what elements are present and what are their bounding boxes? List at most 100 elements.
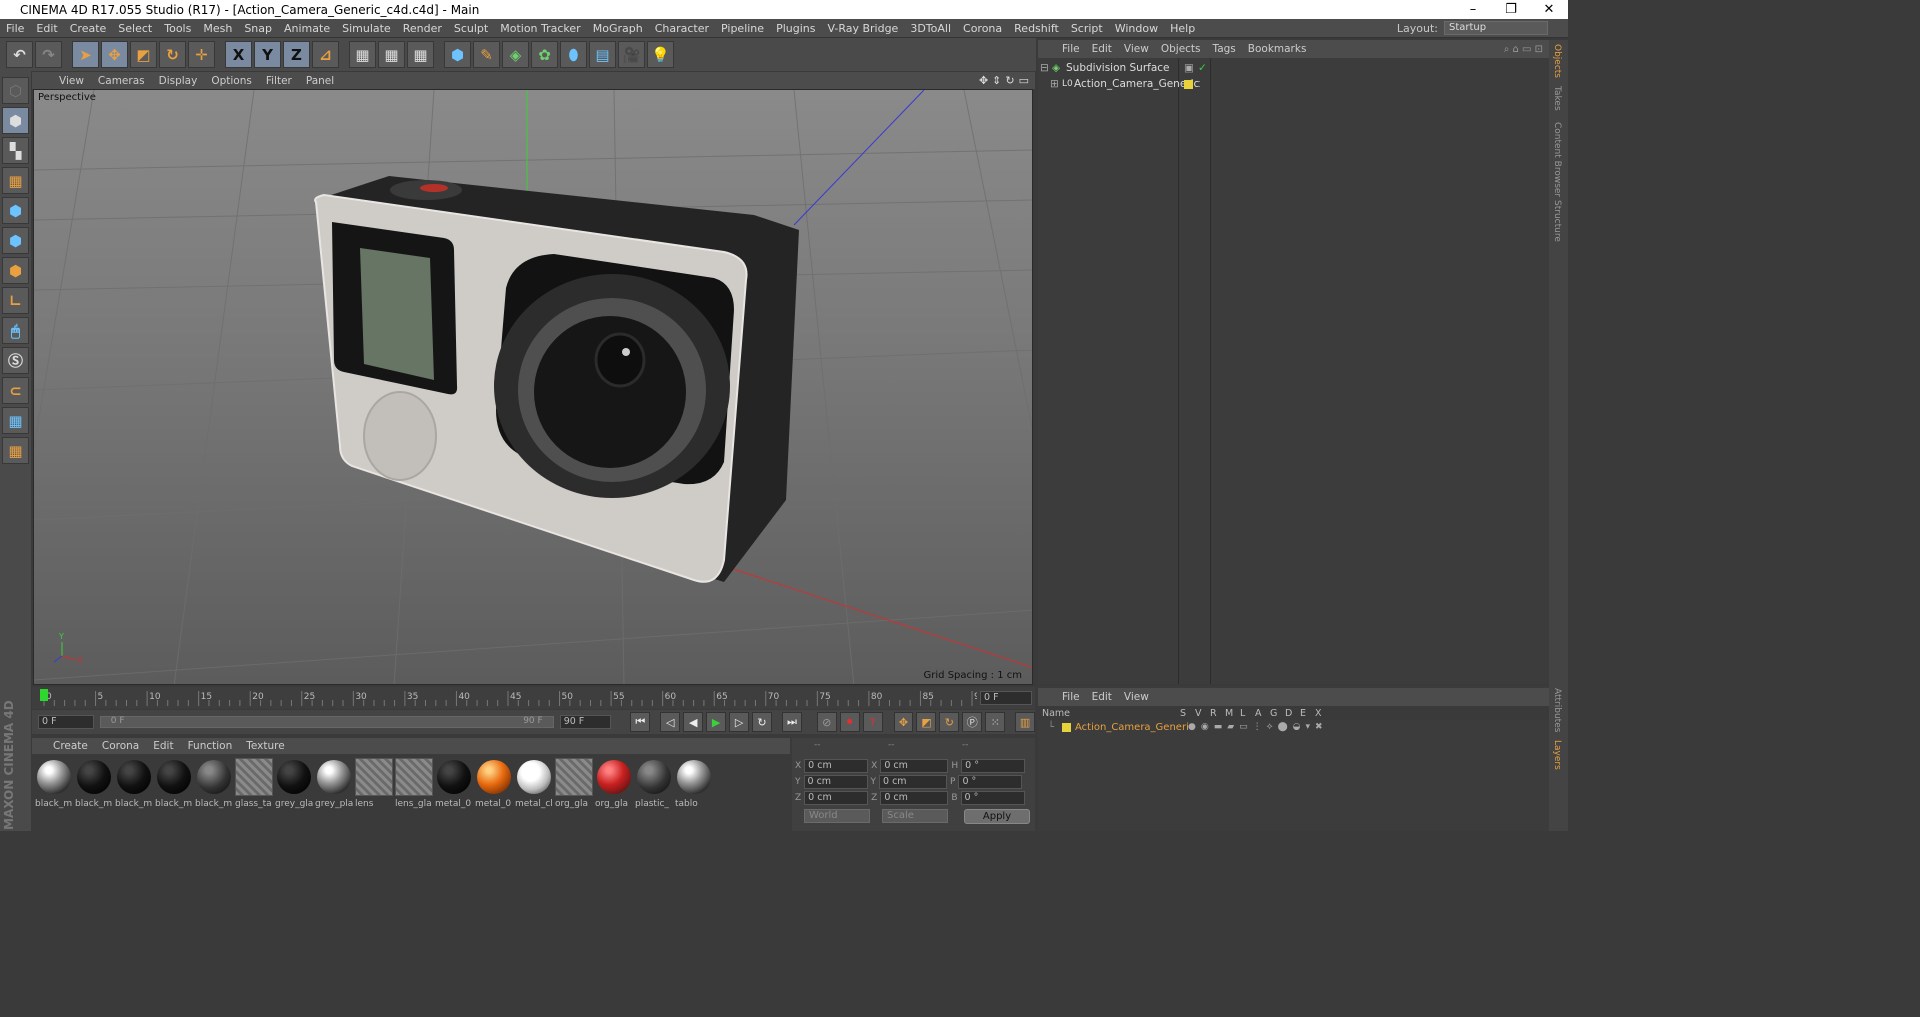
- menu-render[interactable]: Render: [397, 22, 448, 35]
- maximize-viewport-icon[interactable]: ▭: [1019, 74, 1029, 87]
- menu-sculpt[interactable]: Sculpt: [448, 22, 494, 35]
- end-frame-field[interactable]: 90 F: [559, 715, 612, 729]
- menu-pipeline[interactable]: Pipeline: [715, 22, 770, 35]
- menu-select[interactable]: Select: [112, 22, 158, 35]
- object-row-action-camera[interactable]: ⊞ L0 Action_Camera_Generic ⁚: [1040, 76, 1201, 92]
- menu-script[interactable]: Script: [1065, 22, 1109, 35]
- key-parameter-button[interactable]: Ⓟ: [962, 712, 983, 732]
- render-settings-button[interactable]: ▦: [407, 41, 434, 68]
- material-swatch[interactable]: plastic_: [635, 758, 673, 831]
- axis-mode-button[interactable]: ∟: [2, 287, 29, 314]
- material-swatch[interactable]: lens: [355, 758, 393, 831]
- edges-mode-button[interactable]: ⬢: [2, 227, 29, 254]
- menu-vray-bridge[interactable]: V-Ray Bridge: [821, 22, 904, 35]
- key-pla-button[interactable]: ⁙: [985, 712, 1006, 732]
- prev-key-button[interactable]: ◁: [660, 712, 681, 732]
- menu-window[interactable]: Window: [1109, 22, 1164, 35]
- layer-color-swatch[interactable]: [1062, 722, 1071, 732]
- menu-edit[interactable]: Edit: [30, 22, 63, 35]
- next-key-button[interactable]: ↻: [752, 712, 772, 732]
- object-menu-file[interactable]: File: [1056, 43, 1086, 55]
- visibility-toggle-icon[interactable]: ▣: [1184, 62, 1194, 74]
- scale-tool-button[interactable]: ◩: [130, 41, 157, 68]
- object-name[interactable]: Action_Camera_Generic: [1074, 78, 1199, 90]
- object-menu-tags[interactable]: Tags: [1207, 43, 1242, 55]
- material-swatch[interactable]: black_m: [115, 758, 153, 831]
- workplane-mode-button[interactable]: ▦: [2, 167, 29, 194]
- menu-redshift[interactable]: Redshift: [1008, 22, 1065, 35]
- menu-corona[interactable]: Corona: [957, 22, 1008, 35]
- menu-tools[interactable]: Tools: [158, 22, 197, 35]
- menu-mograph[interactable]: MoGraph: [587, 22, 649, 35]
- solo-button[interactable]: Ⓢ: [2, 347, 29, 374]
- object-menu-view[interactable]: View: [1118, 43, 1155, 55]
- tab-layers[interactable]: Layers: [1552, 740, 1562, 770]
- material-swatch[interactable]: lens_gla: [395, 758, 433, 831]
- current-frame-field[interactable]: 0 F: [980, 691, 1032, 705]
- size-z-field[interactable]: 0 cm: [880, 791, 949, 805]
- pos-y-field[interactable]: 0 cm: [803, 775, 868, 789]
- material-swatch[interactable]: black_m: [155, 758, 193, 831]
- tab-attributes[interactable]: Attributes: [1552, 688, 1562, 732]
- material-swatch[interactable]: tablo: [675, 758, 713, 831]
- next-frame-button[interactable]: ▷: [729, 712, 750, 732]
- viewport-menu-options[interactable]: Options: [204, 75, 259, 87]
- layout-dropdown[interactable]: Startup: [1444, 21, 1548, 35]
- minimize-button[interactable]: –: [1454, 2, 1492, 17]
- object-row-subdivision[interactable]: ⊟ ◈ Subdivision Surface ▣ ✓: [1040, 60, 1207, 76]
- lock-workplane-button[interactable]: ▦: [2, 407, 29, 434]
- layer-name[interactable]: Action_Camera_Generic: [1075, 722, 1188, 733]
- planar-workplane-button[interactable]: ▦: [2, 437, 29, 464]
- menu-mesh[interactable]: Mesh: [197, 22, 238, 35]
- material-swatch[interactable]: glass_ta: [235, 758, 273, 831]
- size-y-field[interactable]: 0 cm: [879, 775, 947, 789]
- x-axis-button[interactable]: X: [225, 41, 252, 68]
- action-camera-model[interactable]: [314, 176, 799, 583]
- keyframe-selection-button[interactable]: ?: [862, 712, 883, 732]
- add-spline-button[interactable]: ✎: [473, 41, 500, 68]
- pos-x-field[interactable]: 0 cm: [804, 759, 869, 773]
- material-swatch[interactable]: black_m: [195, 758, 233, 831]
- play-button[interactable]: ▶: [706, 712, 727, 732]
- material-swatch[interactable]: metal_0: [435, 758, 473, 831]
- orbit-icon[interactable]: ↻: [1005, 74, 1014, 87]
- material-menu-texture[interactable]: Texture: [239, 740, 291, 752]
- layer-flag-icons[interactable]: ●◉▬▰▭⋮⟡⬤◒▾✖: [1188, 722, 1328, 732]
- tab-content-browser[interactable]: Content Browser: [1552, 122, 1562, 197]
- viewport-menu-cameras[interactable]: Cameras: [91, 75, 152, 87]
- material-menu-create[interactable]: Create: [46, 740, 95, 752]
- size-x-field[interactable]: 0 cm: [880, 759, 949, 773]
- object-menu-edit[interactable]: Edit: [1086, 43, 1118, 55]
- material-menu-edit[interactable]: Edit: [146, 740, 180, 752]
- model-mode-button[interactable]: ⬢: [2, 107, 29, 134]
- menu-animate[interactable]: Animate: [278, 22, 336, 35]
- menu-snap[interactable]: Snap: [238, 22, 278, 35]
- render-picture-viewer-button[interactable]: ▦: [378, 41, 405, 68]
- polygons-mode-button[interactable]: ⬢: [2, 257, 29, 284]
- playhead[interactable]: [40, 689, 48, 701]
- add-array-button[interactable]: ✿: [531, 41, 558, 68]
- menu-motion-tracker[interactable]: Motion Tracker: [494, 22, 586, 35]
- start-frame-field[interactable]: 0 F: [38, 715, 94, 729]
- snap-button[interactable]: ⊂: [2, 377, 29, 404]
- preview-range-slider[interactable]: 0 F 90 F: [99, 716, 554, 728]
- coordinate-system-button[interactable]: ⊿: [312, 41, 339, 68]
- goto-start-button[interactable]: ⏮: [630, 712, 651, 732]
- rotate-tool-button[interactable]: ↻: [159, 41, 186, 68]
- key-rotation-button[interactable]: ↻: [939, 712, 960, 732]
- goto-end-button[interactable]: ⏭: [781, 712, 802, 732]
- object-manager-search-icon[interactable]: ⌕ ⌂ ▭ ⊡: [1504, 44, 1549, 55]
- apply-button[interactable]: Apply: [964, 809, 1030, 824]
- collapse-icon[interactable]: ⊟: [1040, 62, 1052, 74]
- add-light-button[interactable]: 💡: [647, 41, 674, 68]
- material-menu-corona[interactable]: Corona: [95, 740, 146, 752]
- add-floor-button[interactable]: ▤: [589, 41, 616, 68]
- y-axis-button[interactable]: Y: [254, 41, 281, 68]
- viewport-menu-filter[interactable]: Filter: [259, 75, 299, 87]
- rot-h-field[interactable]: 0 °: [961, 759, 1026, 773]
- add-cube-button[interactable]: ⬢: [444, 41, 471, 68]
- material-menu-function[interactable]: Function: [181, 740, 240, 752]
- menu-plugins[interactable]: Plugins: [770, 22, 821, 35]
- object-menu-bookmarks[interactable]: Bookmarks: [1242, 43, 1313, 55]
- layer-menu-file[interactable]: File: [1056, 691, 1086, 703]
